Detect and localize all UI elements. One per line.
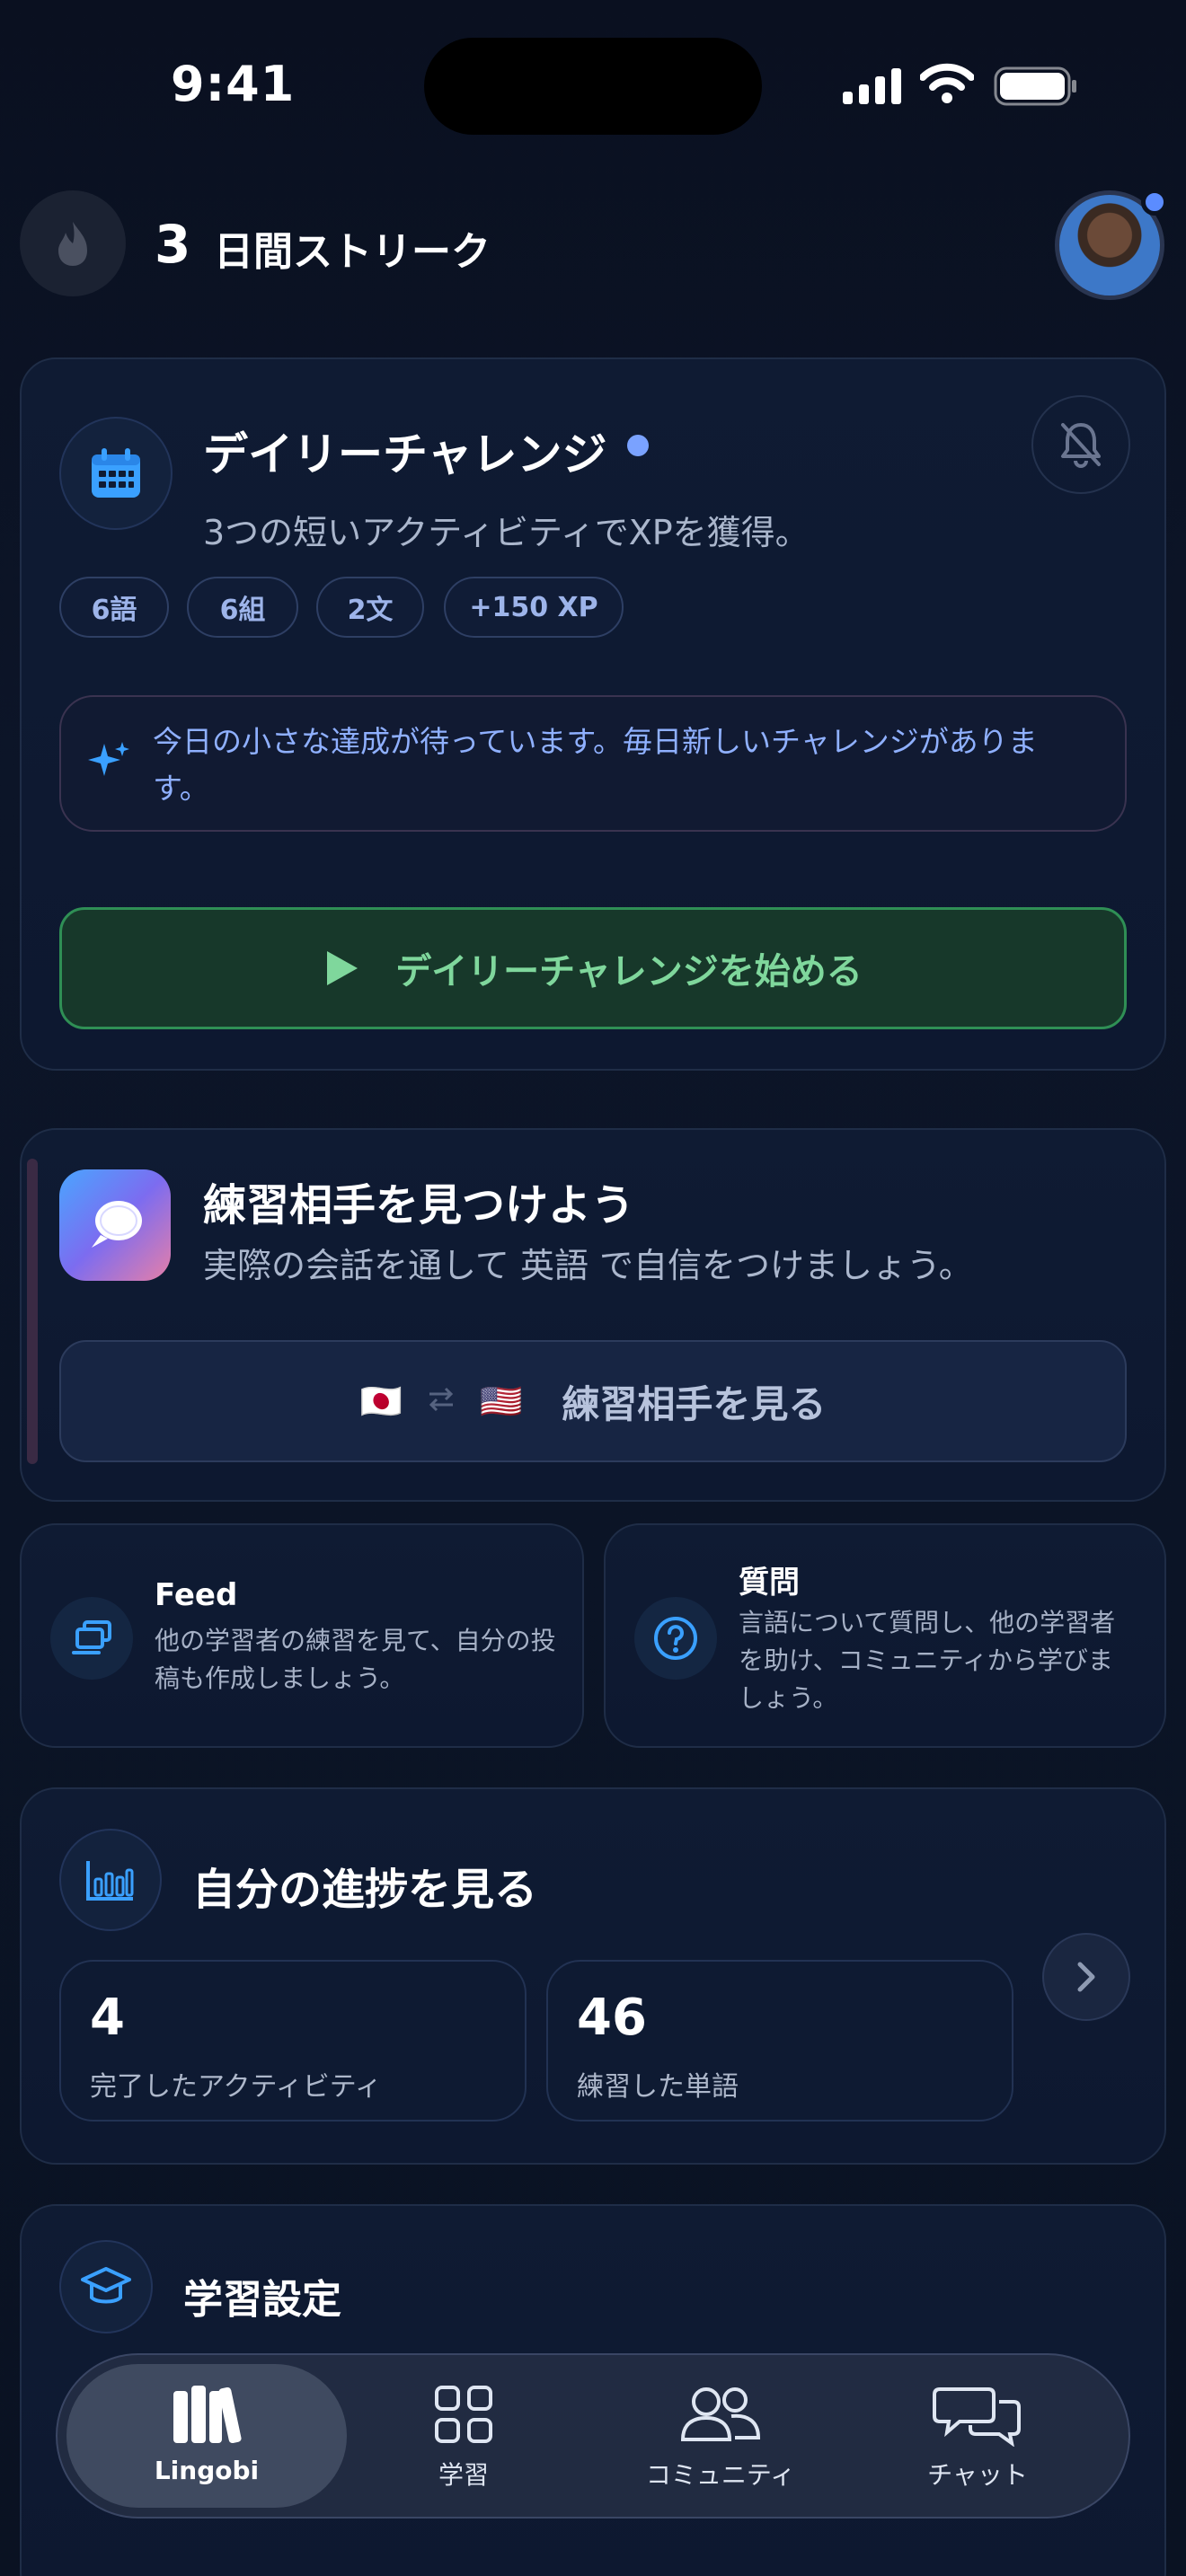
wifi-icon (919, 63, 975, 108)
practice-partner-title: 練習相手を見つけよう (203, 1180, 635, 1231)
questions-subtitle: 言語について質問し、他の学習者を助け、コミュニティから学びましょう。 (739, 1608, 1116, 1713)
grid-icon (435, 2386, 492, 2443)
status-time: 9:41 (171, 56, 296, 112)
japan-flag-icon: 🇯🇵 (359, 1381, 403, 1421)
chat-app-icon (59, 1169, 171, 1281)
library-icon (173, 2386, 242, 2444)
status-dot (627, 435, 649, 456)
chip-xp: +150 XP (444, 577, 624, 638)
swap-arrows-icon (426, 1384, 456, 1418)
question-icon (654, 1617, 697, 1660)
motivation-text: 今日の小さな達成が待っています。毎日新しいチャレンジがあります。 (153, 724, 1038, 806)
feed-icon (72, 1620, 111, 1654)
graduation-icon-badge (59, 2240, 153, 2333)
stat-words-value: 46 (577, 1989, 647, 2047)
us-flag-icon: 🇺🇸 (479, 1381, 523, 1421)
chevron-right-icon (1077, 1962, 1095, 1992)
learning-settings-title: 学習設定 (183, 2277, 341, 2323)
daily-challenge-title: デイリーチャレンジ (203, 428, 607, 481)
chip-pairs: 6組 (187, 577, 298, 638)
streak-flame-button[interactable] (20, 190, 126, 296)
tab-learn[interactable]: 学習 (356, 2382, 571, 2492)
dynamic-island (424, 38, 762, 135)
tab-chat-label: チャット (927, 2460, 1028, 2490)
tab-community[interactable]: コミュニティ (613, 2382, 828, 2492)
streak-label: 日間ストリーク (214, 229, 491, 275)
feed-subtitle: 他の学習者の練習を見て、自分の投稿も作成しましょう。 (155, 1626, 556, 1693)
progress-open-button[interactable] (1042, 1933, 1130, 2021)
questions-title: 質問 (739, 1565, 800, 1601)
chip-sentences: 2文 (316, 577, 424, 638)
bar-chart-icon (86, 1861, 134, 1901)
calendar-icon (92, 448, 140, 498)
chat-bubbles-icon (933, 2387, 1021, 2447)
card-accent-bar (27, 1159, 38, 1464)
play-icon (327, 951, 358, 985)
battery-icon (994, 66, 1078, 110)
progress-title: 自分の進捗を見る (192, 1865, 538, 1915)
signal-icon (843, 66, 902, 108)
see-practice-partners-button[interactable]: 🇯🇵 🇺🇸 練習相手を見る (59, 1340, 1127, 1462)
speech-bubble-icon (92, 1201, 142, 1248)
streak-count: 3 (155, 214, 191, 275)
question-icon-badge (634, 1597, 717, 1680)
notification-toggle-button[interactable] (1031, 395, 1130, 494)
tab-community-label: コミュニティ (645, 2460, 796, 2490)
stat-activities-label: 完了したアクティビティ (90, 2071, 382, 2103)
graduation-cap-icon (81, 2267, 131, 2304)
people-icon (680, 2387, 761, 2441)
tab-learn-label: 学習 (438, 2460, 489, 2490)
bell-off-icon (1061, 423, 1101, 468)
start-daily-challenge-label: デイリーチャレンジを始める (395, 951, 863, 992)
flame-icon (58, 222, 87, 266)
notification-dot (1141, 189, 1168, 216)
feed-icon-badge (50, 1597, 133, 1680)
tab-lingobi[interactable]: Lingobi (99, 2382, 314, 2485)
sparkle-icon (86, 738, 133, 789)
feed-title: Feed (155, 1577, 238, 1613)
chart-icon-badge (59, 1829, 162, 1931)
see-practice-partners-label: 練習相手を見る (562, 1381, 827, 1426)
calendar-icon-badge (59, 417, 173, 530)
stat-words-label: 練習した単語 (577, 2071, 739, 2103)
tab-lingobi-label: Lingobi (154, 2456, 260, 2485)
stat-activities-value: 4 (90, 1989, 125, 2047)
tab-chat[interactable]: チャット (870, 2382, 1085, 2492)
chip-words: 6語 (59, 577, 169, 638)
daily-challenge-subtitle: 3つの短いアクティビティでXPを獲得。 (203, 513, 810, 552)
practice-partner-subtitle: 実際の会話を通して 英語 で自信をつけましょう。 (203, 1246, 973, 1285)
start-daily-challenge-button[interactable]: デイリーチャレンジを始める (59, 907, 1127, 1029)
